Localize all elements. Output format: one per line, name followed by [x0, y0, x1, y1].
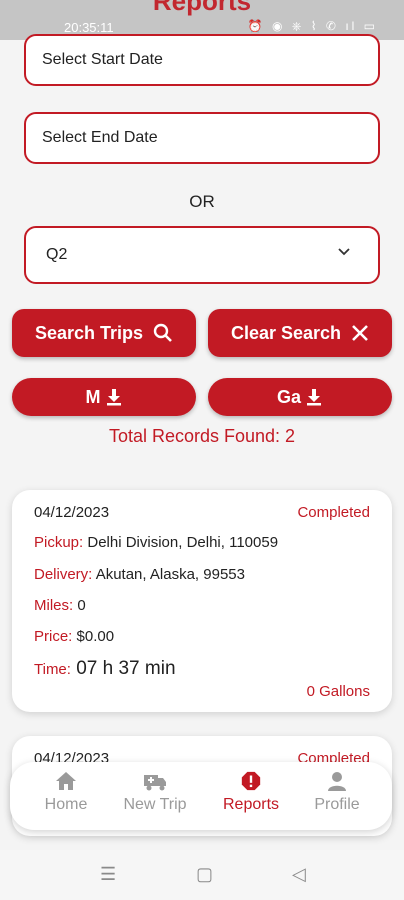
or-separator: OR [189, 192, 215, 211]
trip-status: Completed [297, 504, 370, 521]
download-icon [307, 389, 321, 406]
end-date-placeholder: Select End Date [42, 129, 158, 146]
system-navigation-bar: ☰ ▢ ◁ [0, 850, 404, 900]
close-icon [352, 325, 368, 341]
bottom-navigation: Home New Trip Reports Profile [10, 762, 392, 830]
time-value: 07 h 37 min [76, 658, 176, 679]
back-icon[interactable]: ◁ [292, 864, 306, 885]
export-m-button[interactable]: M [12, 378, 196, 416]
nav-profile[interactable]: Profile [292, 770, 382, 814]
total-records: Total Records Found: 2 [108, 426, 296, 446]
quarter-select-value: Q2 [46, 246, 68, 263]
nav-profile-label: Profile [314, 796, 360, 813]
quarter-select[interactable]: Q2 [24, 226, 380, 284]
clear-search-button[interactable]: Clear Search [208, 309, 392, 357]
nav-home-label: Home [44, 796, 88, 813]
time-row: Time: 07 h 37 min [34, 658, 176, 680]
nav-new-trip[interactable]: New Trip [110, 770, 200, 814]
nav-reports[interactable]: Reports [206, 770, 296, 814]
new-trip-icon [144, 775, 166, 791]
start-date-field[interactable]: Select Start Date [24, 34, 380, 86]
trip-date: 04/12/2023 [34, 504, 110, 521]
home-icon [56, 772, 76, 790]
search-trips-label: Search Trips [34, 322, 144, 343]
gallons-value: 0 Gallons [306, 683, 370, 700]
end-date-field[interactable]: Select End Date [24, 112, 380, 164]
profile-icon [328, 772, 346, 791]
miles-row: Miles: 0 [34, 597, 86, 614]
pickup-row: Pickup: Delhi Division, Delhi, 110059 [34, 534, 278, 551]
clear-search-label: Clear Search [230, 322, 342, 343]
miles-value: 0 [77, 597, 86, 614]
delivery-row: Delivery: Akutan, Alaska, 99553 [34, 566, 245, 583]
pickup-value: Delhi Division, Delhi, 110059 [87, 534, 279, 551]
chevron-down-icon [338, 248, 350, 256]
price-label: Price: [34, 628, 73, 645]
delivery-label: Delivery: [34, 566, 93, 583]
price-value: $0.00 [76, 628, 115, 645]
pickup-label: Pickup: [34, 534, 84, 551]
export-m-label: M [85, 386, 101, 407]
home-circle-icon[interactable]: ▢ [196, 864, 213, 885]
nav-new-trip-label: New Trip [123, 796, 187, 813]
delivery-value: Akutan, Alaska, 99553 [95, 566, 245, 583]
start-date-placeholder: Select Start Date [42, 51, 163, 68]
export-ga-label: Ga [276, 386, 301, 407]
search-icon [153, 323, 172, 342]
search-trips-button[interactable]: Search Trips [12, 309, 196, 357]
download-icon [106, 389, 121, 406]
nav-reports-label: Reports [222, 796, 280, 813]
price-row: Price: $0.00 [34, 628, 114, 645]
status-time: 20:35:11 [64, 20, 114, 35]
nav-home[interactable]: Home [21, 770, 111, 814]
export-ga-button[interactable]: Ga [208, 378, 392, 416]
status-icons: ⏰ ◉ ⎈ ⌇ ✆ ıl ▭ [247, 19, 378, 33]
trip-card[interactable]: 04/12/2023 Completed Pickup: Delhi Divis… [12, 490, 392, 712]
page-title: Reports [152, 0, 252, 16]
recents-icon[interactable]: ☰ [100, 864, 116, 885]
alert-icon [241, 771, 261, 791]
miles-label: Miles: [34, 597, 74, 614]
time-label: Time: [34, 661, 71, 678]
